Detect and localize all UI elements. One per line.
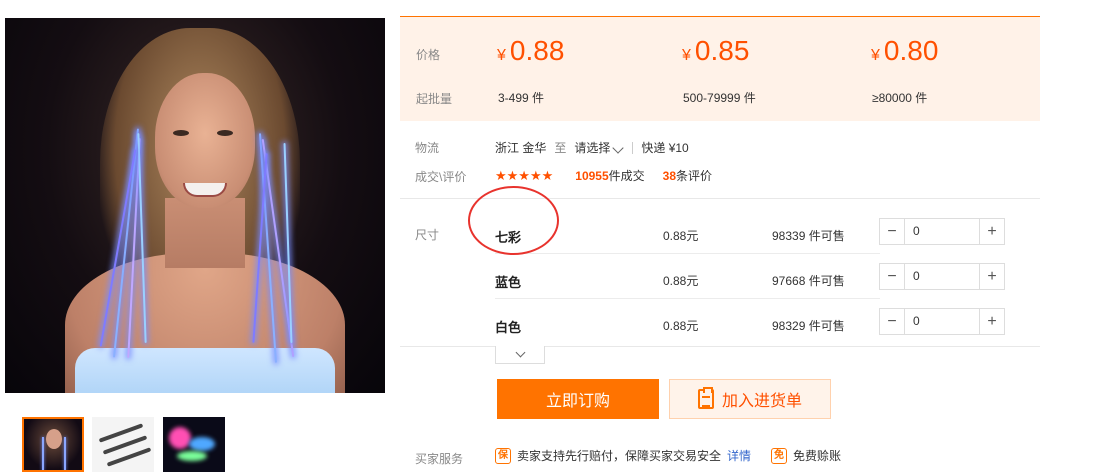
sku-name: 白色 [495, 320, 522, 335]
sku-name: 蓝色 [495, 275, 522, 290]
sku-row: 七彩 0.88元 98339 件可售 − 0 + [495, 213, 1015, 258]
sku-row: 蓝色 0.88元 97668 件可售 − 0 + [495, 258, 1015, 303]
sku-stock: 97668 件可售 [772, 274, 845, 288]
deals-count[interactable]: 10955件成交 [575, 167, 644, 184]
free-credit-text: 免费赊账 [793, 449, 842, 463]
express-fee: 快递 ¥10 [641, 141, 689, 155]
quantity-input[interactable]: 0 [905, 309, 979, 334]
quantity-input[interactable]: 0 [905, 264, 979, 289]
price-label: 价格 [416, 48, 441, 62]
chevron-down-icon [515, 347, 526, 358]
to-label: 至 [554, 141, 567, 155]
thumbnail-1[interactable] [22, 417, 84, 472]
logistics-row: 浙江 金华 至 请选择 快递 ¥10 [495, 139, 689, 156]
sku-row: 白色 0.88元 98329 件可售 − 0 + [495, 303, 1015, 348]
sku-price: 0.88元 [663, 229, 699, 243]
guarantee-icon: 保 [495, 447, 511, 464]
quantity-input[interactable]: 0 [905, 219, 979, 244]
logistics-label: 物流 [415, 141, 440, 155]
price-panel: 价格 起批量 ¥0.88 ¥0.85 ¥0.80 3-499 件 500-799… [400, 16, 1040, 121]
price-tier-2: ¥0.85 [682, 35, 750, 66]
sku-price: 0.88元 [663, 319, 699, 333]
increment-button[interactable]: + [979, 309, 1004, 334]
guarantee-text: 卖家支持先行赔付，保障买家交易安全 [517, 449, 722, 463]
rating-row: ★★★★★ 10955件成交 38条评价 [495, 167, 712, 184]
sku-stock: 98329 件可售 [772, 319, 845, 333]
chevron-down-icon [612, 142, 625, 154]
increment-button[interactable]: + [979, 264, 1004, 289]
rating-label: 成交\评价 [415, 170, 467, 184]
photo-eye-left [173, 130, 189, 136]
annotation-circle [468, 186, 559, 255]
expand-sku-button[interactable] [495, 346, 545, 364]
photo-eye-right [217, 130, 233, 136]
decrement-button[interactable]: − [880, 264, 905, 289]
quantity-stepper: − 0 + [879, 308, 1005, 335]
services-label: 买家服务 [415, 452, 464, 466]
size-label: 尺寸 [415, 228, 440, 242]
sku-price: 0.88元 [663, 274, 699, 288]
range-tier-2: 500-79999 件 [683, 91, 756, 105]
star-rating: ★★★★★ [495, 167, 554, 183]
sku-stock: 98339 件可售 [772, 229, 845, 243]
divider [632, 141, 634, 154]
origin-location: 浙江 金华 [495, 141, 547, 155]
buy-now-button[interactable]: 立即订购 [497, 379, 659, 419]
price-tier-3: ¥0.80 [871, 35, 939, 66]
quantity-stepper: − 0 + [879, 218, 1005, 245]
quantity-stepper: − 0 + [879, 263, 1005, 290]
range-tier-3: ≥80000 件 [872, 91, 928, 105]
row-divider [495, 298, 880, 299]
thumbnail-3[interactable] [163, 417, 225, 472]
thumbnail-2[interactable] [92, 417, 154, 472]
product-main-image [5, 18, 385, 393]
reviews-count[interactable]: 38条评价 [663, 167, 712, 184]
add-to-list-label: 加入进货单 [721, 393, 802, 410]
clipboard-icon [697, 387, 714, 409]
increment-button[interactable]: + [979, 219, 1004, 244]
photo-neck [165, 198, 245, 268]
add-to-list-button[interactable]: 加入进货单 [669, 379, 831, 419]
destination-select[interactable]: 请选择 [574, 139, 625, 156]
free-credit-icon: 免 [771, 447, 788, 464]
range-tier-1: 3-499 件 [498, 91, 545, 105]
price-tier-1: ¥0.88 [497, 35, 565, 66]
services-row: 保 卖家支持先行赔付，保障买家交易安全 详情 免 免费赊账 [495, 447, 841, 464]
row-divider [495, 253, 880, 254]
decrement-button[interactable]: − [880, 219, 905, 244]
details-link[interactable]: 详情 [727, 447, 751, 464]
moq-label: 起批量 [416, 92, 453, 106]
decrement-button[interactable]: − [880, 309, 905, 334]
